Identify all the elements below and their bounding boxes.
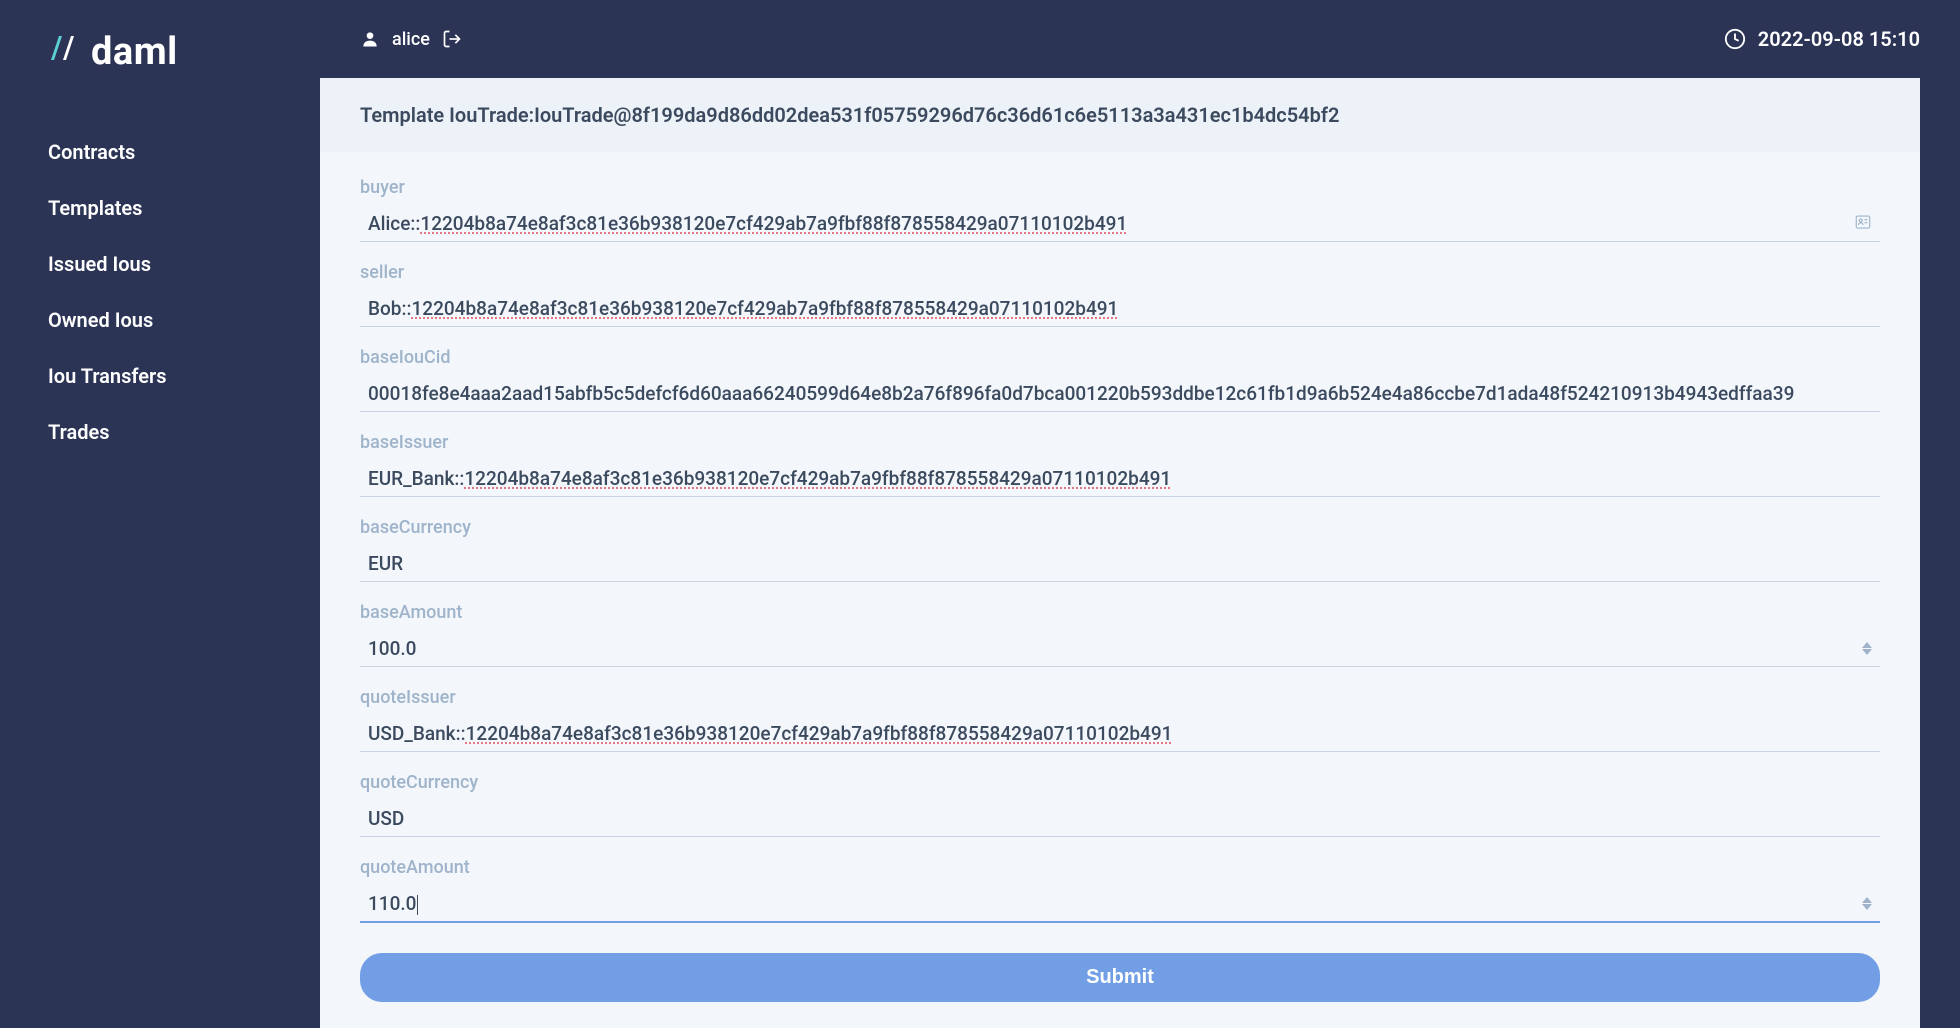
logo: daml [0, 30, 320, 104]
quoteamount-value: 110.0 [368, 892, 416, 915]
quotecurrency-value: USD [368, 807, 1872, 830]
field-quotecurrency: quoteCurrency USD [360, 772, 1880, 837]
field-baseamount: baseAmount 100.0 [360, 602, 1880, 667]
baseioucid-value: 00018fe8e4aaa2aad15abfb5c5defcf6d60aaa66… [368, 382, 1872, 405]
logo-text: daml [91, 30, 178, 74]
field-label-basecurrency: baseCurrency [360, 517, 1880, 538]
field-buyer: buyer Alice::12204b8a74e8af3c81e36b93812… [360, 177, 1880, 242]
field-quoteissuer: quoteIssuer USD_Bank::12204b8a74e8af3c81… [360, 687, 1880, 752]
field-baseissuer: baseIssuer EUR_Bank::12204b8a74e8af3c81e… [360, 432, 1880, 497]
basecurrency-value: EUR [368, 552, 1872, 575]
field-label-seller: seller [360, 262, 1880, 283]
user-label: alice [392, 29, 430, 50]
seller-hash: 12204b8a74e8af3c81e36b938120e7cf429ab7a9… [411, 297, 1118, 320]
field-label-quotecurrency: quoteCurrency [360, 772, 1880, 793]
user-icon [360, 29, 380, 49]
submit-button[interactable]: Submit [360, 953, 1880, 1002]
datetime: 2022-09-08 15:10 [1758, 27, 1920, 51]
field-baseioucid: baseIouCid 00018fe8e4aaa2aad15abfb5c5def… [360, 347, 1880, 412]
clock-icon [1724, 28, 1746, 50]
field-label-baseamount: baseAmount [360, 602, 1880, 623]
topbar: alice 2022-09-08 15:10 [320, 0, 1960, 78]
nav-item-trades[interactable]: Trades [0, 404, 320, 460]
field-input-baseissuer[interactable]: EUR_Bank::12204b8a74e8af3c81e36b938120e7… [360, 461, 1880, 497]
sidebar: daml Contracts Templates Issued Ious Own… [0, 0, 320, 1028]
baseissuer-hash: 12204b8a74e8af3c81e36b938120e7cf429ab7a9… [464, 467, 1171, 490]
field-input-baseamount[interactable]: 100.0 [360, 631, 1880, 667]
field-label-baseissuer: baseIssuer [360, 432, 1880, 453]
contact-picker-icon[interactable] [1854, 213, 1872, 235]
field-label-quoteissuer: quoteIssuer [360, 687, 1880, 708]
nav-item-contracts[interactable]: Contracts [0, 124, 320, 180]
field-input-seller[interactable]: Bob::12204b8a74e8af3c81e36b938120e7cf429… [360, 291, 1880, 327]
nav-item-iou-transfers[interactable]: Iou Transfers [0, 348, 320, 404]
field-input-quoteamount[interactable]: 110.0 [360, 886, 1880, 923]
field-input-basecurrency[interactable]: EUR [360, 546, 1880, 582]
buyer-hash: 12204b8a74e8af3c81e36b938120e7cf429ab7a9… [420, 212, 1127, 235]
logo-icon [45, 30, 81, 74]
main: alice 2022-09-08 15:10 [320, 0, 1960, 1028]
field-label-buyer: buyer [360, 177, 1880, 198]
quoteissuer-prefix: USD_Bank:: [368, 722, 466, 745]
field-input-baseioucid[interactable]: 00018fe8e4aaa2aad15abfb5c5defcf6d60aaa66… [360, 376, 1880, 412]
buyer-prefix: Alice:: [368, 212, 420, 235]
seller-prefix: Bob:: [368, 297, 411, 320]
nav-item-owned-ious[interactable]: Owned Ious [0, 292, 320, 348]
form: buyer Alice::12204b8a74e8af3c81e36b93812… [320, 152, 1920, 1027]
field-input-buyer[interactable]: Alice::12204b8a74e8af3c81e36b938120e7cf4… [360, 206, 1880, 242]
nav-item-templates[interactable]: Templates [0, 180, 320, 236]
field-input-quotecurrency[interactable]: USD [360, 801, 1880, 837]
template-header: Template IouTrade:IouTrade@8f199da9d86dd… [320, 78, 1920, 152]
logout-icon[interactable] [442, 29, 462, 49]
content: Template IouTrade:IouTrade@8f199da9d86dd… [320, 78, 1920, 1028]
nav-item-issued-ious[interactable]: Issued Ious [0, 236, 320, 292]
field-seller: seller Bob::12204b8a74e8af3c81e36b938120… [360, 262, 1880, 327]
field-label-quoteamount: quoteAmount [360, 857, 1880, 878]
baseamount-value: 100.0 [368, 637, 1862, 660]
number-stepper-icon[interactable] [1862, 642, 1872, 655]
field-basecurrency: baseCurrency EUR [360, 517, 1880, 582]
quoteissuer-hash: 12204b8a74e8af3c81e36b938120e7cf429ab7a9… [466, 722, 1173, 745]
baseissuer-prefix: EUR_Bank:: [368, 467, 464, 490]
field-quoteamount: quoteAmount 110.0 [360, 857, 1880, 923]
nav: Contracts Templates Issued Ious Owned Io… [0, 104, 320, 460]
text-caret [417, 895, 418, 915]
field-label-baseioucid: baseIouCid [360, 347, 1880, 368]
number-stepper-icon[interactable] [1862, 897, 1872, 910]
field-input-quoteissuer[interactable]: USD_Bank::12204b8a74e8af3c81e36b938120e7… [360, 716, 1880, 752]
